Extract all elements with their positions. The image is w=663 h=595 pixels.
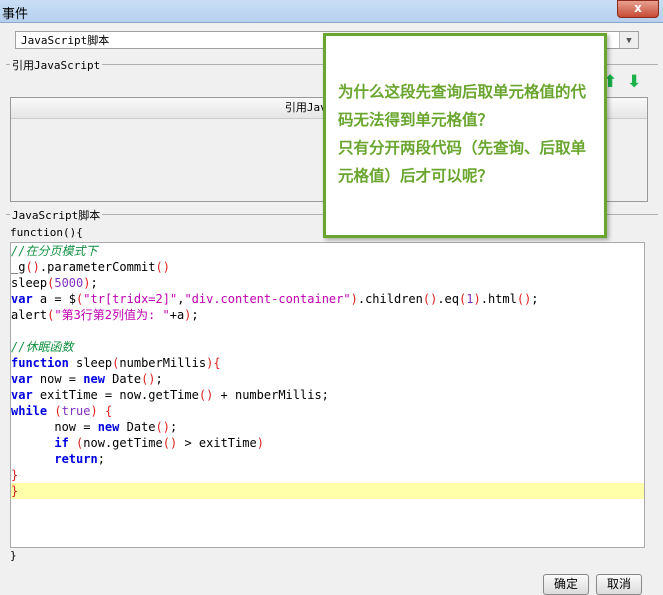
code-token: }	[11, 468, 19, 482]
code-token: +a	[169, 308, 185, 322]
code-token: ()	[516, 292, 532, 306]
code-token: 5000	[54, 276, 84, 290]
code-token: )	[83, 276, 91, 290]
cancel-button[interactable]: 取消	[596, 574, 642, 595]
code-token: new	[97, 420, 120, 434]
code-token: Date	[119, 420, 156, 434]
code-token: ()	[25, 260, 40, 274]
annotation-callout: 为什么这段先查询后取单元格值的代码无法得到单元格值？ 只有分开两段代码（先查询、…	[323, 33, 607, 238]
code-line: //休眠函数	[11, 339, 644, 355]
code-token: ;	[169, 420, 178, 434]
code-token: ()	[162, 436, 178, 450]
code-token: numberMillis	[119, 356, 207, 370]
select-value: JavaScript脚本	[21, 34, 110, 47]
ok-button[interactable]: 确定	[543, 574, 589, 595]
code-token: if	[54, 436, 69, 450]
code-token: //在分页模式下	[11, 244, 98, 258]
code-token: {	[213, 356, 221, 370]
close-button[interactable]: x	[617, 0, 659, 18]
code-token: )	[256, 436, 264, 450]
code-token: )	[473, 292, 481, 306]
code-token: + numberMillis;	[213, 388, 329, 402]
code-line: function sleep(numberMillis){	[11, 355, 644, 371]
code-token: function	[11, 356, 69, 370]
code-token: "div.content-container"	[184, 292, 351, 306]
callout-question-1: 为什么这段先查询后取单元格值的代码无法得到单元格值？	[338, 83, 587, 129]
code-token: "tr[tridx=2]"	[83, 292, 178, 306]
code-token: now =	[32, 372, 84, 386]
code-token: return	[54, 452, 98, 466]
code-token: Date	[104, 372, 142, 386]
code-token: )	[90, 404, 98, 418]
code-token: .html	[480, 292, 517, 306]
title-bar: 事件 x	[0, 0, 663, 23]
function-tail: }	[10, 549, 17, 562]
code-token: sleep	[68, 356, 113, 370]
code-line: if (now.getTime() > exitTime)	[11, 435, 644, 451]
code-token: new	[83, 372, 105, 386]
function-head: function(){	[10, 226, 83, 239]
code-line: var now = new Date();	[11, 371, 644, 387]
code-token: var	[11, 388, 33, 402]
code-token: ;	[155, 372, 163, 386]
code-token: while	[11, 404, 48, 418]
code-editor[interactable]: //在分页模式下 _g().parameterCommit() sleep(5000…	[10, 242, 645, 548]
code-line: _g().parameterCommit()	[11, 259, 644, 275]
code-token: "第3行第2列值为: "	[54, 308, 170, 322]
chevron-down-icon[interactable]: ▼	[619, 32, 638, 48]
code-token: exitTime = now.getTime	[32, 388, 199, 402]
code-line: alert("第3行第2列值为: "+a);	[11, 307, 644, 323]
code-token: true	[61, 404, 91, 418]
code-token: ;	[90, 276, 98, 290]
code-token: {	[104, 404, 113, 418]
code-token: now.getTime	[83, 436, 163, 450]
code-token: var	[11, 292, 33, 306]
code-token: .children	[357, 292, 423, 306]
code-token: alert	[11, 308, 48, 322]
code-line: return;	[11, 451, 644, 467]
code-token: now =	[11, 420, 98, 434]
code-token: _g	[11, 260, 26, 274]
code-token: ;	[97, 452, 105, 466]
code-line: sleep(5000);	[11, 275, 644, 291]
code-token: sleep	[11, 276, 48, 290]
code-token: ()	[155, 420, 170, 434]
code-line: now = new Date();	[11, 419, 644, 435]
ref-section-legend: 引用JavaScript	[10, 57, 103, 73]
code-line: }	[11, 467, 644, 483]
code-token: (	[54, 404, 62, 418]
code-line: //在分页模式下	[11, 243, 644, 259]
code-token: ()	[422, 292, 438, 306]
code-token: //休眠函数	[11, 340, 74, 354]
move-down-icon[interactable]: ⬇	[627, 72, 641, 92]
code-line: while (true) {	[11, 403, 644, 419]
code-token: )	[350, 292, 358, 306]
code-token: ;	[191, 308, 199, 322]
code-line: var exitTime = now.getTime() + numberMil…	[11, 387, 644, 403]
code-token: > exitTime	[177, 436, 257, 450]
code-line: var a = $("tr[tridx=2]","div.content-con…	[11, 291, 644, 307]
code-token: ;	[531, 292, 539, 306]
code-token: .parameterCommit	[39, 260, 156, 274]
callout-question-2: 只有分开两段代码（先查询、后取单元格值）后才可以呢？	[338, 139, 587, 185]
window-title: 事件	[2, 7, 29, 22]
code-token: }	[11, 484, 19, 498]
code-token: ()	[141, 372, 156, 386]
code-token: .eq	[437, 292, 460, 306]
code-token: ()	[155, 260, 170, 274]
code-token: ()	[198, 388, 214, 402]
code-token: a = $	[32, 292, 77, 306]
code-token: var	[11, 372, 33, 386]
code-line: }	[11, 483, 644, 499]
script-section-legend: JavaScript脚本	[10, 207, 103, 223]
